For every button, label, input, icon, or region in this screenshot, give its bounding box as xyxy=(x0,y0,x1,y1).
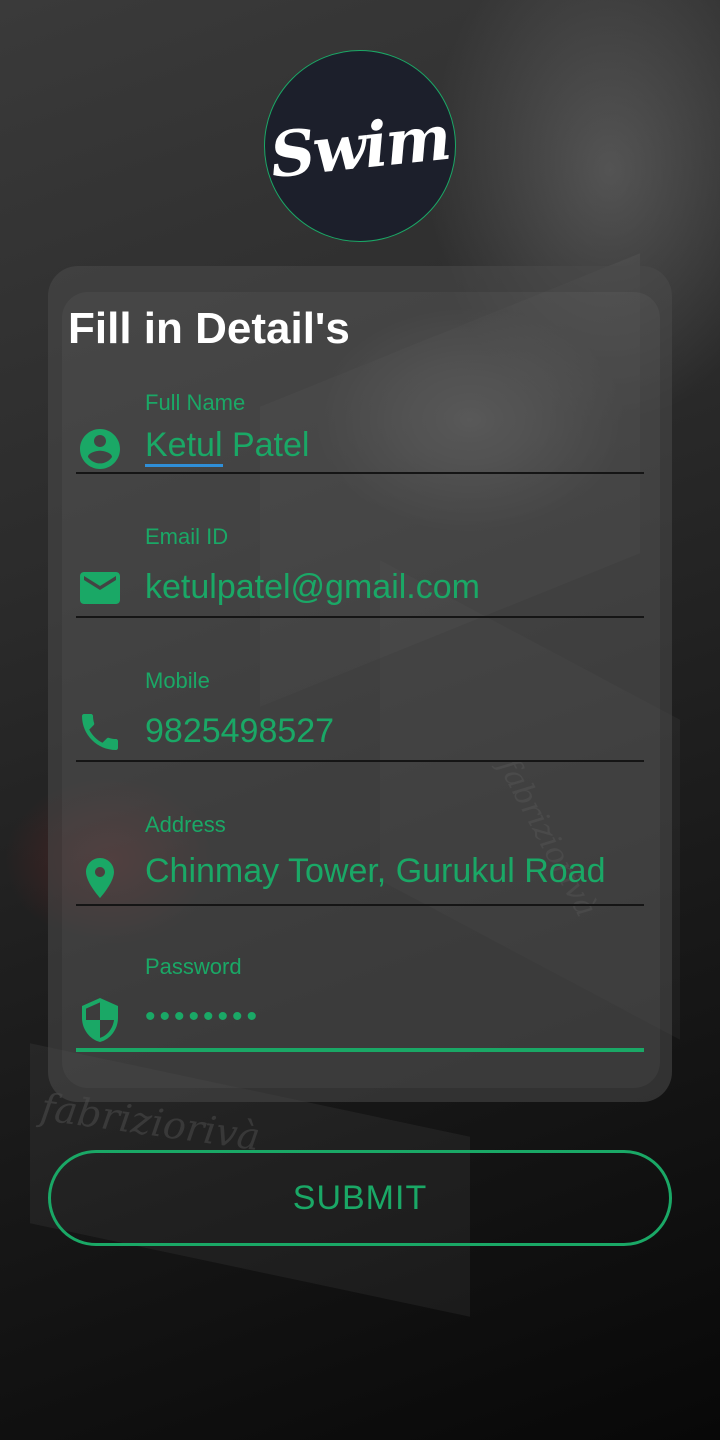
full-name-field[interactable]: Full Name Ketul Patel xyxy=(76,390,644,474)
mobile-label: Mobile xyxy=(145,668,210,693)
full-name-input[interactable]: Ketul Patel xyxy=(145,426,309,467)
phone-icon xyxy=(82,714,118,750)
password-underline-focused xyxy=(76,1048,644,1052)
mobile-underline xyxy=(76,760,644,762)
mail-icon xyxy=(80,572,120,604)
mobile-input[interactable]: 9825498527 xyxy=(145,712,334,751)
location-pin-icon xyxy=(86,858,114,898)
logo-text: Swim xyxy=(267,100,453,192)
full-name-rest: Patel xyxy=(222,426,310,464)
account-circle-icon xyxy=(80,429,120,469)
password-field[interactable]: Password •••••••• xyxy=(76,954,644,1054)
details-form-card: Fill in Detail's Full Name Ketul Patel E… xyxy=(48,266,672,1102)
shield-icon xyxy=(82,998,118,1042)
spellcheck-word: Ketul xyxy=(145,427,223,467)
password-input[interactable]: •••••••• xyxy=(145,1000,261,1034)
full-name-underline xyxy=(76,472,644,474)
address-input[interactable]: Chinmay Tower, Gurukul Road xyxy=(145,852,605,891)
submit-button[interactable]: SUBMIT xyxy=(48,1150,672,1246)
email-underline xyxy=(76,616,644,618)
mobile-field[interactable]: Mobile 9825498527 xyxy=(76,668,644,762)
password-label: Password xyxy=(145,954,242,979)
address-label: Address xyxy=(145,812,226,837)
address-field[interactable]: Address Chinmay Tower, Gurukul Road xyxy=(76,812,644,906)
app-logo: Swim xyxy=(264,50,456,242)
form-title: Fill in Detail's xyxy=(68,304,350,353)
email-label: Email ID xyxy=(145,524,229,549)
address-underline xyxy=(76,904,644,906)
full-name-label: Full Name xyxy=(145,390,246,415)
email-field[interactable]: Email ID ketulpatel@gmail.com xyxy=(76,524,644,618)
email-input[interactable]: ketulpatel@gmail.com xyxy=(145,568,480,607)
